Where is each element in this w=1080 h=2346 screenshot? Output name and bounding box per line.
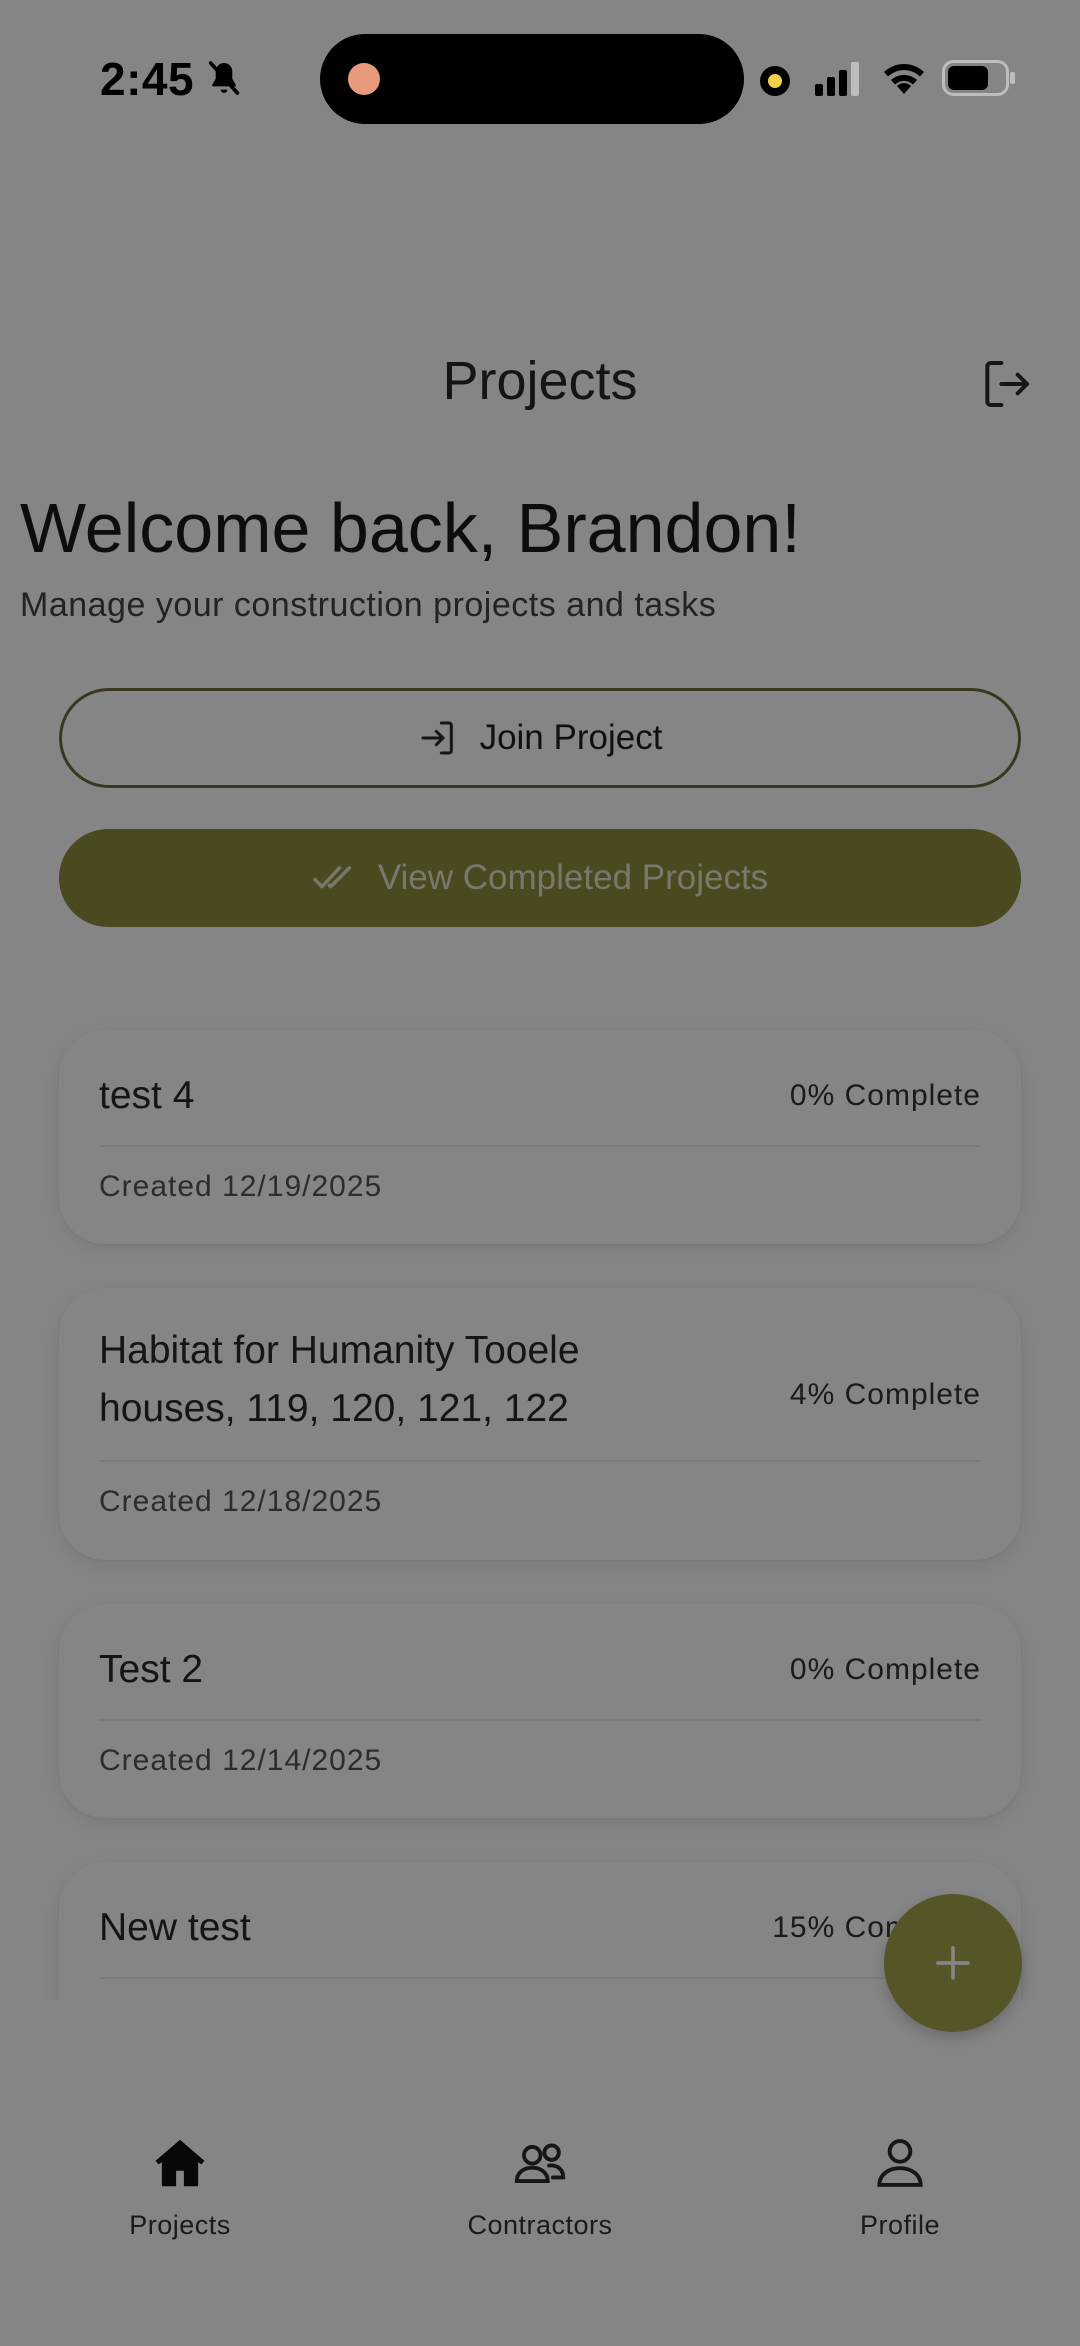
wifi-icon — [884, 64, 924, 94]
battery-icon — [942, 60, 1015, 96]
recording-indicator-icon — [760, 66, 790, 96]
camera-indicator-icon — [348, 63, 380, 95]
status-bar: 2:45 — [0, 0, 1080, 160]
status-time: 2:45 — [100, 53, 195, 105]
app-screen: Projects Welcome back, Brandon! Manage y… — [0, 0, 1080, 2346]
bell-slash-icon — [208, 61, 240, 95]
signal-icon — [815, 62, 859, 96]
dim-overlay[interactable] — [0, 0, 1080, 2346]
dynamic-island — [320, 34, 744, 124]
